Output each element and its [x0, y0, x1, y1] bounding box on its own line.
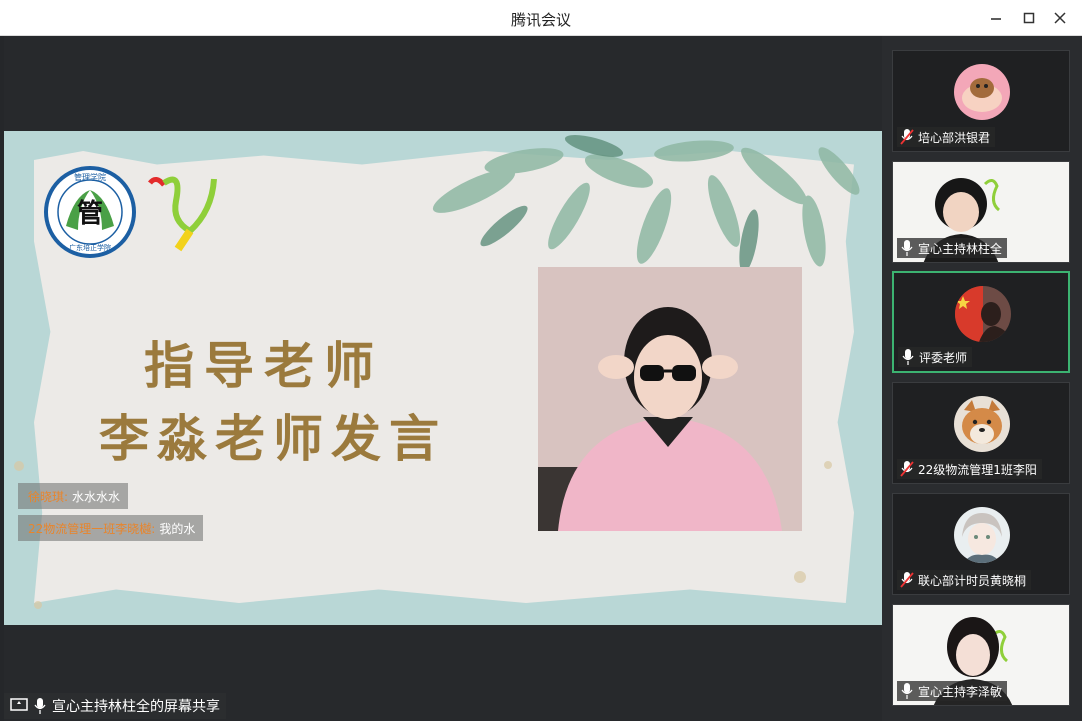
mic-icon	[34, 698, 46, 714]
participants-panel: 培心部洪银君 宣心主持林柱全 评委老师 22级物流管理1班李阳 联心部计时员黄晓…	[882, 36, 1082, 721]
chat-text: 水水水水	[72, 489, 121, 504]
shared-screen[interactable]: 管 管理学院 广东培正学院 指导老师 李淼老师发言 徐晓琪: 水水水水 22物流…	[4, 36, 882, 721]
participant-namebar: 培心部洪银君	[897, 127, 996, 147]
close-button[interactable]	[1048, 6, 1072, 30]
mic-icon	[901, 683, 913, 699]
chat-message: 徐晓琪: 水水水水	[18, 483, 129, 509]
window-title: 腾讯会议	[510, 11, 571, 29]
maximize-button[interactable]	[1017, 6, 1041, 30]
participant-tile-active[interactable]: 评委老师	[892, 271, 1070, 373]
participant-tile[interactable]: 宣心主持林柱全	[892, 161, 1070, 263]
participant-name: 宣心主持李泽敏	[918, 684, 1003, 699]
club-logo	[148, 176, 217, 252]
chat-sender: 22物流管理一班李晓樾:	[28, 521, 156, 536]
participant-name: 培心部洪银君	[918, 130, 991, 145]
decor-dot	[794, 571, 806, 583]
screen-share-text: 宣心主持林柱全的屏幕共享	[52, 699, 220, 715]
participant-name: 22级物流管理1班李阳	[918, 462, 1037, 477]
decor-dot	[34, 601, 42, 609]
logo-bottom-text: 广东培正学院	[69, 243, 111, 252]
chat-text: 我的水	[159, 521, 196, 536]
participant-namebar: 评委老师	[898, 347, 973, 367]
mic-icon	[901, 240, 913, 256]
participant-tile[interactable]: 22级物流管理1班李阳	[892, 382, 1070, 484]
anime-avatar	[954, 507, 1010, 563]
participant-name: 评委老师	[919, 350, 968, 365]
participant-tile[interactable]: 联心部计时员黄晓桐	[892, 493, 1070, 595]
school-logo: 管 管理学院 广东培正学院	[44, 166, 136, 258]
logo-center-text: 管	[77, 199, 103, 229]
participant-namebar: 联心部计时员黄晓桐	[897, 570, 1032, 590]
presentation-slide: 管 管理学院 广东培正学院 指导老师 李淼老师发言 徐晓琪: 水水水水 22物流…	[4, 131, 882, 625]
participant-tile[interactable]: 培心部洪银君	[892, 50, 1070, 152]
participant-namebar: 宣心主持李泽敏	[897, 681, 1008, 701]
title-bar: 腾讯会议	[0, 0, 1082, 36]
meeting-window: 腾讯会议 管 管理学院 广东培正学院 指导老师 李淼老师发言 徐晓琪: 水水水水…	[0, 0, 1082, 721]
participant-name: 宣心主持林柱全	[918, 241, 1003, 256]
cake-avatar	[954, 64, 1010, 120]
mic-muted-icon	[900, 572, 914, 588]
participant-namebar: 22级物流管理1班李阳	[897, 459, 1042, 479]
logo-top-text: 管理学院	[74, 172, 106, 182]
slide-heading-line1: 指导老师	[144, 336, 384, 395]
decor-dot	[14, 461, 24, 471]
mic-muted-icon	[900, 461, 914, 477]
close-icon	[1054, 12, 1066, 24]
leaves-decoration	[432, 135, 860, 273]
flag-avatar	[955, 286, 1011, 342]
maximize-icon	[1023, 12, 1035, 24]
participant-tile[interactable]: 宣心主持李泽敏	[892, 604, 1070, 706]
participant-name: 联心部计时员黄晓桐	[918, 573, 1027, 588]
screen-share-label: 宣心主持林柱全的屏幕共享	[4, 693, 226, 719]
participant-namebar: 宣心主持林柱全	[897, 238, 1008, 258]
minimize-button[interactable]	[984, 6, 1008, 30]
chat-message: 22物流管理一班李晓樾: 我的水	[18, 515, 204, 541]
teacher-photo	[538, 267, 802, 531]
decor-dot	[824, 461, 832, 469]
chat-sender: 徐晓琪:	[28, 489, 69, 504]
dog-avatar	[954, 396, 1010, 452]
minimize-icon	[991, 18, 1001, 20]
screen-share-icon	[10, 698, 28, 711]
mic-icon	[902, 349, 914, 365]
mic-muted-icon	[900, 129, 914, 145]
slide-heading-line2: 李淼老师发言	[99, 409, 447, 468]
